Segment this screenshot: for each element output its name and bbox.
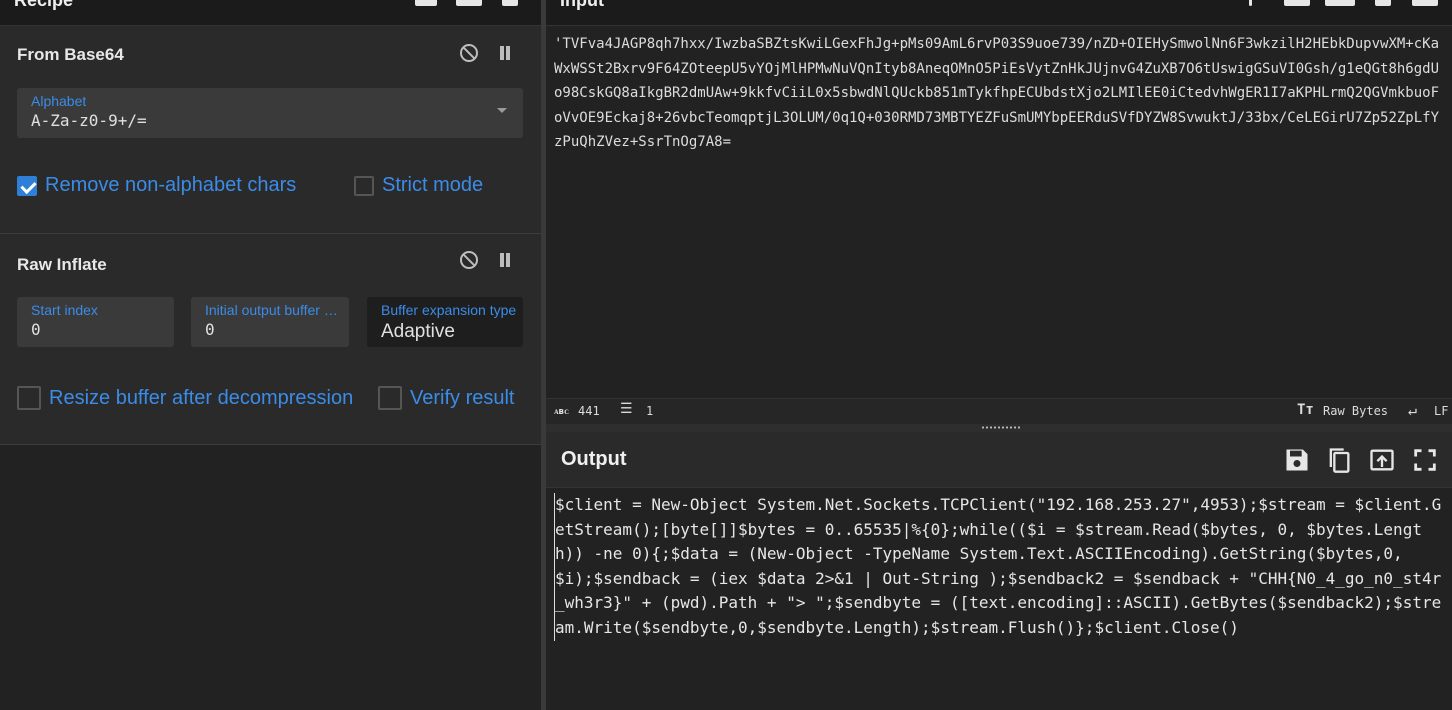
resize-buffer-checkbox[interactable]: Resize buffer after decompression <box>17 386 353 410</box>
start-index-input[interactable]: Start index 0 <box>17 297 174 347</box>
clear-input-icon[interactable] <box>1375 0 1391 6</box>
buffer-expansion-label: Buffer expansion type <box>381 302 517 318</box>
text-type-icon: Tт <box>1297 402 1314 418</box>
alphabet-value: A-Za-z0-9+/= <box>31 111 147 130</box>
copy-icon[interactable] <box>1325 446 1353 474</box>
start-index-label: Start index <box>31 302 98 318</box>
open-folder-icon[interactable] <box>1284 0 1310 6</box>
output-title: Output <box>561 448 627 470</box>
verify-result-label: Verify result <box>410 386 515 409</box>
input-eol[interactable]: LF <box>1434 404 1448 418</box>
remove-non-alphabet-label: Remove non-alphabet chars <box>45 174 297 196</box>
alphabet-select[interactable]: Alphabet A-Za-z0-9+/= <box>17 88 523 138</box>
resize-buffer-label: Resize buffer after decompression <box>49 386 354 409</box>
alphabet-label: Alphabet <box>31 93 87 109</box>
strict-mode-label: Strict mode <box>382 174 484 196</box>
checkbox-checked-icon <box>17 175 37 196</box>
abc-icon: ᴀʙᴄ <box>554 407 569 417</box>
checkbox-unchecked-icon <box>17 386 41 410</box>
verify-result-checkbox[interactable]: Verify result <box>378 386 514 410</box>
checkbox-unchecked-icon <box>354 175 374 196</box>
pause-icon <box>499 46 511 60</box>
replace-input-icon[interactable] <box>1368 446 1396 474</box>
recipe-header: Recipe <box>0 0 541 26</box>
buffer-expansion-select[interactable]: Buffer expansion type Adaptive <box>367 297 523 347</box>
pause-operation-button[interactable] <box>495 250 515 270</box>
input-pane: Input 'TVFva4JAGP8qh7hxx/IwzbaSBZtsKwiLG… <box>546 0 1452 424</box>
output-textarea[interactable]: $client = New-Object System.Net.Sockets.… <box>554 493 1445 641</box>
start-index-value: 0 <box>31 320 41 339</box>
lines-icon: ☰ <box>620 401 633 417</box>
save-icon[interactable] <box>1283 446 1311 474</box>
pause-operation-button[interactable] <box>495 43 515 63</box>
load-recipe-icon[interactable] <box>456 0 482 6</box>
input-encoding[interactable]: Raw Bytes <box>1323 404 1388 418</box>
checkbox-unchecked-icon <box>378 386 402 410</box>
disable-icon <box>460 44 478 62</box>
return-arrow-icon: ↵ <box>1408 401 1418 419</box>
recipe-panel: Recipe From Base64 Alphabet A-Za-z0-9+/=… <box>0 0 541 710</box>
input-statusbar: ᴀʙᴄ 441 ☰ 1 Tт Raw Bytes ↵ LF <box>546 398 1452 424</box>
drag-handle-icon <box>981 426 1021 429</box>
input-lines: 1 <box>646 404 654 418</box>
recipe-title: Recipe <box>14 0 74 10</box>
horizontal-divider[interactable] <box>546 424 1452 432</box>
remove-non-alphabet-checkbox[interactable]: Remove non-alphabet chars <box>17 174 296 197</box>
initial-buffer-size-input[interactable]: Initial output buffer size 0 <box>191 297 349 347</box>
initial-buffer-size-value: 0 <box>205 320 215 339</box>
layout-icon[interactable] <box>1412 0 1438 6</box>
disable-operation-button[interactable] <box>459 250 479 270</box>
input-length: 441 <box>578 404 600 418</box>
save-recipe-icon[interactable] <box>415 0 437 6</box>
operation-raw-inflate: Raw Inflate Start index 0 Initial output… <box>0 234 541 445</box>
add-input-icon[interactable] <box>1249 0 1252 6</box>
maximize-icon[interactable] <box>1411 446 1439 474</box>
pause-icon <box>499 253 511 267</box>
disable-operation-button[interactable] <box>459 43 479 63</box>
disable-icon <box>460 251 478 269</box>
input-header: Input <box>546 0 1452 26</box>
operation-from-base64: From Base64 Alphabet A-Za-z0-9+/= Remove… <box>0 26 541 234</box>
input-title: Input <box>560 0 604 10</box>
operation-title: From Base64 <box>17 45 124 64</box>
chevron-down-icon <box>497 108 507 113</box>
open-file-icon[interactable] <box>1325 0 1355 6</box>
operation-title: Raw Inflate <box>17 255 107 274</box>
strict-mode-checkbox[interactable]: Strict mode <box>354 174 483 197</box>
buffer-expansion-value: Adaptive <box>381 321 455 342</box>
clear-recipe-icon[interactable] <box>502 0 518 6</box>
input-textarea[interactable]: 'TVFva4JAGP8qh7hxx/IwzbaSBZtsKwiLGexFhJg… <box>554 32 1442 155</box>
initial-buffer-size-label: Initial output buffer size <box>205 302 343 318</box>
output-header: Output <box>546 432 1452 488</box>
